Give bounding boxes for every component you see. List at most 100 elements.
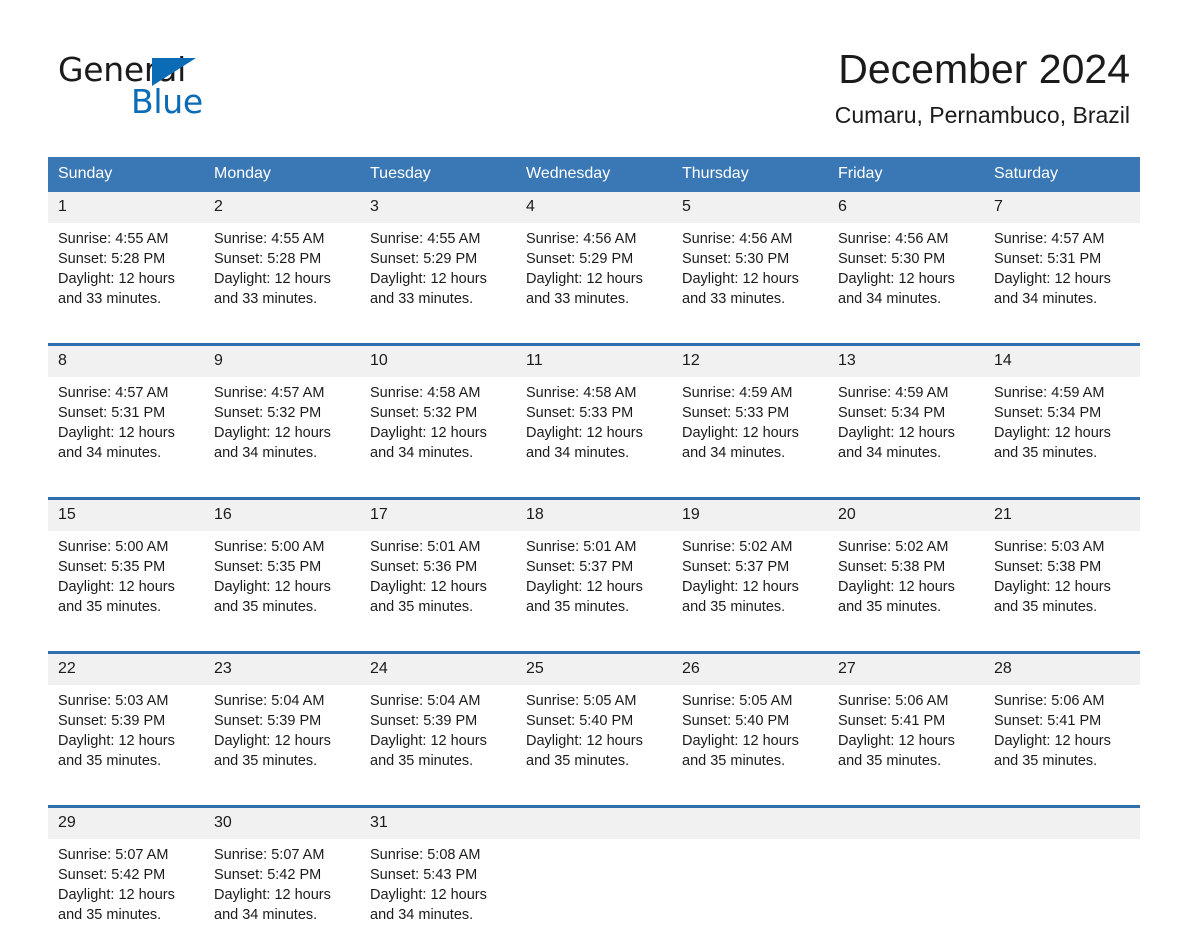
day-details: Sunrise: 4:58 AMSunset: 5:32 PMDaylight:… xyxy=(360,377,516,463)
calendar-day-cell[interactable]: 31Sunrise: 5:08 AMSunset: 5:43 PMDayligh… xyxy=(360,807,516,943)
day-detail-sunset: Sunset: 5:36 PM xyxy=(370,557,506,577)
week-row-gap-cell xyxy=(48,789,1140,807)
day-detail-daylight-line1: Daylight: 12 hours xyxy=(838,269,974,289)
day-cell-inner: 31Sunrise: 5:08 AMSunset: 5:43 PMDayligh… xyxy=(360,808,516,943)
calendar-day-cell[interactable]: 26Sunrise: 5:05 AMSunset: 5:40 PMDayligh… xyxy=(672,653,828,790)
calendar-day-cell-empty xyxy=(828,807,984,943)
calendar-day-cell[interactable]: 2Sunrise: 4:55 AMSunset: 5:28 PMDaylight… xyxy=(204,192,360,327)
day-detail-sunset: Sunset: 5:35 PM xyxy=(58,557,194,577)
calendar-day-cell[interactable]: 28Sunrise: 5:06 AMSunset: 5:41 PMDayligh… xyxy=(984,653,1140,790)
day-detail-sunset: Sunset: 5:41 PM xyxy=(994,711,1130,731)
day-detail-daylight-line2: and 33 minutes. xyxy=(214,289,350,309)
calendar-day-cell[interactable]: 23Sunrise: 5:04 AMSunset: 5:39 PMDayligh… xyxy=(204,653,360,790)
calendar-day-cell[interactable]: 30Sunrise: 5:07 AMSunset: 5:42 PMDayligh… xyxy=(204,807,360,943)
calendar-day-cell[interactable]: 25Sunrise: 5:05 AMSunset: 5:40 PMDayligh… xyxy=(516,653,672,790)
day-cell-inner: 7Sunrise: 4:57 AMSunset: 5:31 PMDaylight… xyxy=(984,192,1140,327)
day-number: 22 xyxy=(48,654,204,685)
calendar-page: General Blue December 2024 Cumaru, Perna… xyxy=(0,0,1188,918)
day-detail-sunset: Sunset: 5:39 PM xyxy=(370,711,506,731)
day-cell-inner: 2Sunrise: 4:55 AMSunset: 5:28 PMDaylight… xyxy=(204,192,360,327)
calendar-day-cell[interactable]: 18Sunrise: 5:01 AMSunset: 5:37 PMDayligh… xyxy=(516,499,672,636)
calendar-day-cell[interactable]: 16Sunrise: 5:00 AMSunset: 5:35 PMDayligh… xyxy=(204,499,360,636)
week-row-gap-cell xyxy=(48,327,1140,345)
day-cell-inner: 22Sunrise: 5:03 AMSunset: 5:39 PMDayligh… xyxy=(48,654,204,789)
calendar-day-cell[interactable]: 10Sunrise: 4:58 AMSunset: 5:32 PMDayligh… xyxy=(360,345,516,482)
calendar-header-row: Sunday Monday Tuesday Wednesday Thursday… xyxy=(48,157,1140,192)
calendar-day-cell[interactable]: 4Sunrise: 4:56 AMSunset: 5:29 PMDaylight… xyxy=(516,192,672,327)
day-cell-inner: 15Sunrise: 5:00 AMSunset: 5:35 PMDayligh… xyxy=(48,500,204,635)
calendar-day-cell-empty xyxy=(672,807,828,943)
day-detail-sunrise: Sunrise: 5:05 AM xyxy=(682,691,818,711)
calendar-day-cell[interactable]: 29Sunrise: 5:07 AMSunset: 5:42 PMDayligh… xyxy=(48,807,204,943)
day-detail-sunrise: Sunrise: 5:02 AM xyxy=(682,537,818,557)
day-number: 14 xyxy=(984,346,1140,377)
calendar-day-cell-empty xyxy=(516,807,672,943)
day-detail-daylight-line1: Daylight: 12 hours xyxy=(214,731,350,751)
calendar-day-cell[interactable]: 19Sunrise: 5:02 AMSunset: 5:37 PMDayligh… xyxy=(672,499,828,636)
day-number: 18 xyxy=(516,500,672,531)
day-detail-sunset: Sunset: 5:41 PM xyxy=(838,711,974,731)
day-cell-inner: 24Sunrise: 5:04 AMSunset: 5:39 PMDayligh… xyxy=(360,654,516,789)
day-number: 29 xyxy=(48,808,204,839)
calendar-day-cell[interactable]: 5Sunrise: 4:56 AMSunset: 5:30 PMDaylight… xyxy=(672,192,828,327)
day-number: 1 xyxy=(48,192,204,223)
day-cell-inner: 13Sunrise: 4:59 AMSunset: 5:34 PMDayligh… xyxy=(828,346,984,481)
weekday-header-wednesday: Wednesday xyxy=(516,157,672,192)
day-detail-daylight-line1: Daylight: 12 hours xyxy=(214,577,350,597)
calendar-day-cell[interactable]: 17Sunrise: 5:01 AMSunset: 5:36 PMDayligh… xyxy=(360,499,516,636)
calendar-day-cell[interactable]: 15Sunrise: 5:00 AMSunset: 5:35 PMDayligh… xyxy=(48,499,204,636)
weekday-header-thursday: Thursday xyxy=(672,157,828,192)
calendar-day-cell[interactable]: 7Sunrise: 4:57 AMSunset: 5:31 PMDaylight… xyxy=(984,192,1140,327)
day-detail-daylight-line2: and 34 minutes. xyxy=(214,443,350,463)
day-detail-sunrise: Sunrise: 5:00 AM xyxy=(58,537,194,557)
calendar-day-cell[interactable]: 9Sunrise: 4:57 AMSunset: 5:32 PMDaylight… xyxy=(204,345,360,482)
calendar-day-cell[interactable]: 8Sunrise: 4:57 AMSunset: 5:31 PMDaylight… xyxy=(48,345,204,482)
day-number: 27 xyxy=(828,654,984,685)
brand-logo[interactable]: General Blue xyxy=(58,52,378,122)
calendar-day-cell[interactable]: 6Sunrise: 4:56 AMSunset: 5:30 PMDaylight… xyxy=(828,192,984,327)
calendar-day-cell[interactable]: 20Sunrise: 5:02 AMSunset: 5:38 PMDayligh… xyxy=(828,499,984,636)
day-detail-daylight-line1: Daylight: 12 hours xyxy=(682,731,818,751)
day-detail-sunrise: Sunrise: 4:58 AM xyxy=(370,383,506,403)
day-number: 7 xyxy=(984,192,1140,223)
day-detail-daylight-line1: Daylight: 12 hours xyxy=(58,269,194,289)
calendar-day-cell[interactable]: 24Sunrise: 5:04 AMSunset: 5:39 PMDayligh… xyxy=(360,653,516,790)
day-detail-daylight-line2: and 35 minutes. xyxy=(526,751,662,771)
calendar-day-cell[interactable]: 11Sunrise: 4:58 AMSunset: 5:33 PMDayligh… xyxy=(516,345,672,482)
day-detail-sunrise: Sunrise: 4:56 AM xyxy=(526,229,662,249)
calendar-day-cell[interactable]: 12Sunrise: 4:59 AMSunset: 5:33 PMDayligh… xyxy=(672,345,828,482)
day-detail-daylight-line1: Daylight: 12 hours xyxy=(838,731,974,751)
calendar-day-cell[interactable]: 21Sunrise: 5:03 AMSunset: 5:38 PMDayligh… xyxy=(984,499,1140,636)
day-detail-sunrise: Sunrise: 4:55 AM xyxy=(58,229,194,249)
calendar-day-cell[interactable]: 27Sunrise: 5:06 AMSunset: 5:41 PMDayligh… xyxy=(828,653,984,790)
calendar-day-cell[interactable]: 13Sunrise: 4:59 AMSunset: 5:34 PMDayligh… xyxy=(828,345,984,482)
week-row-gap xyxy=(48,789,1140,807)
day-detail-daylight-line2: and 33 minutes. xyxy=(370,289,506,309)
week-row-gap xyxy=(48,481,1140,499)
calendar-day-cell[interactable]: 3Sunrise: 4:55 AMSunset: 5:29 PMDaylight… xyxy=(360,192,516,327)
calendar-day-cell[interactable]: 14Sunrise: 4:59 AMSunset: 5:34 PMDayligh… xyxy=(984,345,1140,482)
day-details: Sunrise: 5:02 AMSunset: 5:37 PMDaylight:… xyxy=(672,531,828,617)
day-details: Sunrise: 5:00 AMSunset: 5:35 PMDaylight:… xyxy=(48,531,204,617)
day-detail-daylight-line1: Daylight: 12 hours xyxy=(526,269,662,289)
day-details: Sunrise: 5:03 AMSunset: 5:39 PMDaylight:… xyxy=(48,685,204,771)
day-detail-daylight-line2: and 34 minutes. xyxy=(994,289,1130,309)
calendar-day-cell[interactable]: 22Sunrise: 5:03 AMSunset: 5:39 PMDayligh… xyxy=(48,653,204,790)
day-number: 17 xyxy=(360,500,516,531)
day-details xyxy=(672,839,828,845)
day-number xyxy=(672,808,828,839)
day-detail-sunset: Sunset: 5:33 PM xyxy=(526,403,662,423)
day-details: Sunrise: 5:03 AMSunset: 5:38 PMDaylight:… xyxy=(984,531,1140,617)
day-number: 20 xyxy=(828,500,984,531)
day-number: 2 xyxy=(204,192,360,223)
day-detail-sunrise: Sunrise: 5:04 AM xyxy=(214,691,350,711)
day-detail-sunrise: Sunrise: 5:00 AM xyxy=(214,537,350,557)
calendar-day-cell[interactable]: 1Sunrise: 4:55 AMSunset: 5:28 PMDaylight… xyxy=(48,192,204,327)
day-detail-daylight-line1: Daylight: 12 hours xyxy=(370,423,506,443)
day-cell-inner: 12Sunrise: 4:59 AMSunset: 5:33 PMDayligh… xyxy=(672,346,828,481)
calendar-week-row: 1Sunrise: 4:55 AMSunset: 5:28 PMDaylight… xyxy=(48,192,1140,327)
weekday-header-sunday: Sunday xyxy=(48,157,204,192)
day-details xyxy=(828,839,984,845)
day-detail-daylight-line2: and 35 minutes. xyxy=(682,751,818,771)
day-detail-daylight-line1: Daylight: 12 hours xyxy=(370,269,506,289)
